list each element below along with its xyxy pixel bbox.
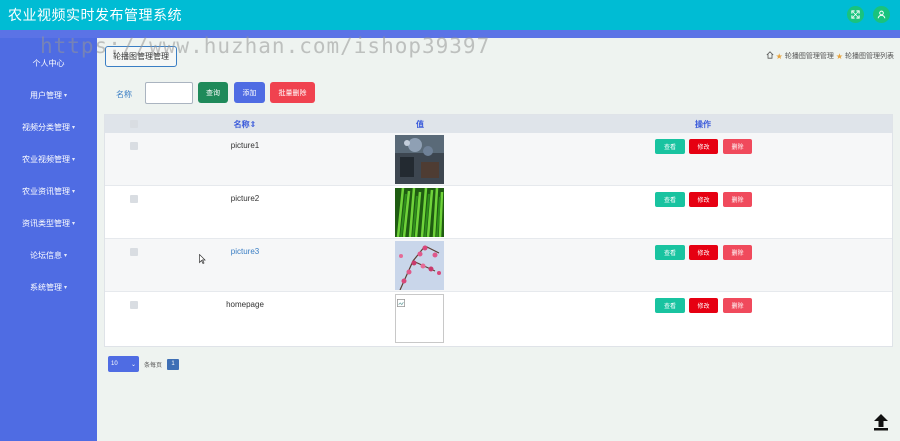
chevron-down-icon: ⌄ xyxy=(130,361,136,368)
chevron-down-icon: ▾ xyxy=(63,284,67,291)
delete-button[interactable]: 删除 xyxy=(723,139,752,154)
sidebar-item-label: 个人中心 xyxy=(32,58,65,68)
table-header: 名称⇕ 值 操作 xyxy=(105,115,892,133)
row-checkbox[interactable] xyxy=(130,248,138,256)
page-number[interactable]: 1 xyxy=(167,358,180,370)
view-button[interactable]: 查看 xyxy=(655,139,685,154)
column-header-value: 值 xyxy=(416,120,424,129)
edit-button[interactable]: 修改 xyxy=(689,298,718,313)
row-image xyxy=(395,135,444,184)
search-label: 名称 xyxy=(116,90,132,99)
column-header-name-label: 名称 xyxy=(233,120,250,129)
name-cell: picture1 xyxy=(230,141,260,150)
sidebar-item-label: 用户管理 xyxy=(29,90,62,100)
edit-button[interactable]: 修改 xyxy=(689,192,718,207)
user-icon[interactable] xyxy=(873,6,890,23)
home-icon[interactable] xyxy=(766,51,774,61)
sidebar-item-agri-video[interactable]: 农业视频管理 ▾ xyxy=(0,149,97,169)
main-content: 轮播图管理管理 ★ 轮播图管理管理 ★ 轮播图管理列表 名称 查询 添加 批量删… xyxy=(97,38,900,441)
edit-button[interactable]: 修改 xyxy=(689,245,718,260)
row-checkbox[interactable] xyxy=(130,142,138,150)
query-button[interactable]: 查询 xyxy=(198,82,228,103)
data-table: 名称⇕ 值 操作 picture1 查看 修改 删除 picture2 查看 修… xyxy=(104,114,893,347)
table-row: picture3 查看 修改 删除 xyxy=(105,239,892,292)
row-checkbox[interactable] xyxy=(130,301,138,309)
sidebar-item-agri-news[interactable]: 农业资讯管理 ▾ xyxy=(0,181,97,201)
sidebar-item-label: 论坛信息 xyxy=(29,250,62,260)
view-button[interactable]: 查看 xyxy=(655,245,685,260)
row-image xyxy=(395,188,444,237)
delete-button[interactable]: 删除 xyxy=(723,192,752,207)
name-cell: homepage xyxy=(226,300,264,309)
row-image xyxy=(395,241,444,290)
mouse-cursor-icon xyxy=(199,254,206,264)
row-checkbox[interactable] xyxy=(130,195,138,203)
delete-button[interactable]: 删除 xyxy=(723,245,752,260)
sort-icon: ⇕ xyxy=(249,120,257,129)
view-button[interactable]: 查看 xyxy=(655,298,685,313)
chevron-down-icon: ▾ xyxy=(71,124,75,131)
watermark: https://www.huzhan.com/ishop39397 xyxy=(40,34,491,58)
add-button[interactable]: 添加 xyxy=(234,82,265,103)
delete-button[interactable]: 删除 xyxy=(723,298,752,313)
sidebar-item-video-category[interactable]: 视频分类管理 ▾ xyxy=(0,117,97,137)
search-input[interactable] xyxy=(145,82,193,104)
star-icon: ★ xyxy=(775,51,783,61)
top-icons xyxy=(847,6,890,23)
column-header-name[interactable]: 名称⇕ xyxy=(234,119,257,130)
sidebar-item-system[interactable]: 系统管理 ▾ xyxy=(0,277,97,297)
table-row: picture2 查看 修改 删除 xyxy=(105,186,892,239)
per-page-text: 条每页 xyxy=(144,362,163,369)
table-row: picture1 查看 修改 删除 xyxy=(105,133,892,186)
page-size-value: 10 xyxy=(111,361,118,367)
chevron-down-icon: ▾ xyxy=(71,188,75,195)
chevron-down-icon: ▾ xyxy=(71,220,75,227)
sidebar-item-label: 资讯类型管理 xyxy=(21,218,70,228)
sidebar-item-label: 农业视频管理 xyxy=(21,154,70,164)
top-bar: 农业视频实时发布管理系统 xyxy=(0,0,900,30)
sidebar-item-label: 视频分类管理 xyxy=(21,122,70,132)
sidebar-item-label: 农业资讯管理 xyxy=(21,186,70,196)
fullscreen-icon[interactable] xyxy=(847,6,864,23)
breadcrumb: ★ 轮播图管理管理 ★ 轮播图管理列表 xyxy=(766,51,894,61)
page-size-select[interactable]: 10 ⌄ xyxy=(108,356,139,372)
sidebar-item-label: 系统管理 xyxy=(29,282,62,292)
edit-button[interactable]: 修改 xyxy=(689,139,718,154)
pagination: 10 ⌄ 条每页 1 xyxy=(108,356,180,372)
chevron-down-icon: ▾ xyxy=(63,252,67,259)
breadcrumb-second: 轮播图管理列表 xyxy=(845,53,894,60)
name-cell[interactable]: picture3 xyxy=(231,247,259,256)
sidebar: 个人中心 用户管理 ▾ 视频分类管理 ▾ 农业视频管理 ▾ 农业资讯管理 ▾ 资讯类型管… xyxy=(0,38,97,441)
view-button[interactable]: 查看 xyxy=(655,192,685,207)
sidebar-item-user-management[interactable]: 用户管理 ▾ xyxy=(0,85,97,105)
table-row: homepage 查看 修改 删除 xyxy=(105,292,892,345)
app-title: 农业视频实时发布管理系统 xyxy=(8,7,182,23)
column-header-actions: 操作 xyxy=(695,120,711,129)
star-icon: ★ xyxy=(835,51,843,61)
sidebar-item-forum[interactable]: 论坛信息 ▾ xyxy=(0,245,97,265)
sidebar-item-news-type[interactable]: 资讯类型管理 ▾ xyxy=(0,213,97,233)
batch-delete-button[interactable]: 批量删除 xyxy=(270,82,315,103)
select-all-checkbox[interactable] xyxy=(130,120,138,128)
breadcrumb-first[interactable]: 轮播图管理管理 xyxy=(785,51,834,61)
chevron-down-icon: ▾ xyxy=(71,156,75,163)
chevron-down-icon: ▾ xyxy=(63,92,67,99)
broken-image-icon xyxy=(395,294,444,343)
name-cell: picture2 xyxy=(230,194,260,203)
back-to-top-icon[interactable] xyxy=(872,413,890,431)
